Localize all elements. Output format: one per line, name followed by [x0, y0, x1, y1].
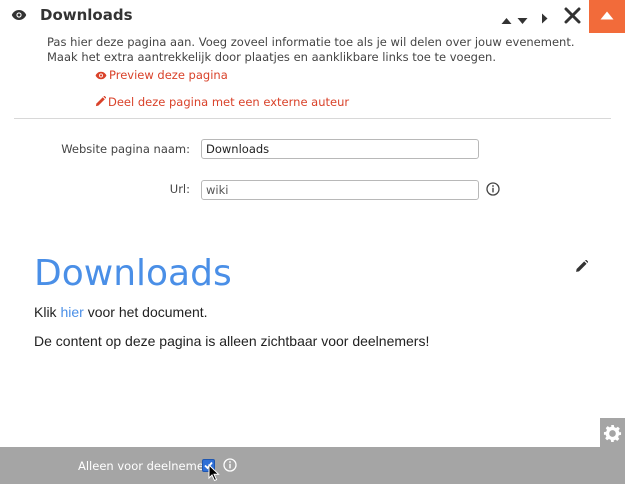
document-link[interactable]: hier	[60, 304, 83, 320]
caret-up-icon	[600, 11, 614, 20]
content-paragraph-document: Klik hier voor het document.	[34, 304, 208, 320]
intro-text: Pas hier deze pagina aan. Voeg zoveel in…	[47, 35, 575, 64]
pencil-icon[interactable]	[575, 259, 589, 278]
page-name-label: Website pagina naam:	[61, 142, 190, 156]
preview-page-link[interactable]: Preview deze pagina	[95, 68, 228, 82]
close-icon[interactable]	[564, 7, 581, 29]
url-label: Url:	[169, 182, 190, 196]
content-paragraph-members: De content op deze pagina is alleen zich…	[34, 333, 430, 349]
eye-icon	[95, 71, 107, 80]
divider	[14, 118, 611, 119]
preview-link-label: Preview deze pagina	[109, 68, 228, 82]
move-down-icon[interactable]	[517, 12, 528, 30]
url-input[interactable]: wiki	[201, 180, 479, 200]
gear-icon	[603, 424, 622, 443]
share-link-label: Deel deze pagina met een externe auteur	[108, 95, 350, 109]
page-editor-header: Downloads	[0, 0, 625, 33]
eye-icon	[11, 8, 27, 26]
info-icon[interactable]	[223, 458, 237, 477]
info-icon[interactable]	[486, 182, 500, 201]
page-title: Downloads	[40, 6, 133, 24]
page-name-input[interactable]: Downloads	[201, 139, 479, 159]
pencil-icon	[95, 95, 107, 107]
chevron-right-icon[interactable]	[541, 11, 548, 29]
move-up-icon[interactable]	[501, 12, 512, 30]
collapse-button[interactable]	[589, 0, 625, 33]
settings-button[interactable]	[600, 418, 625, 447]
members-only-label: Alleen voor deelnemers	[78, 459, 215, 473]
footer-bar: Alleen voor deelnemers	[0, 447, 625, 484]
content-heading: Downloads	[34, 253, 232, 294]
share-page-link[interactable]: Deel deze pagina met een externe auteur	[95, 95, 349, 109]
